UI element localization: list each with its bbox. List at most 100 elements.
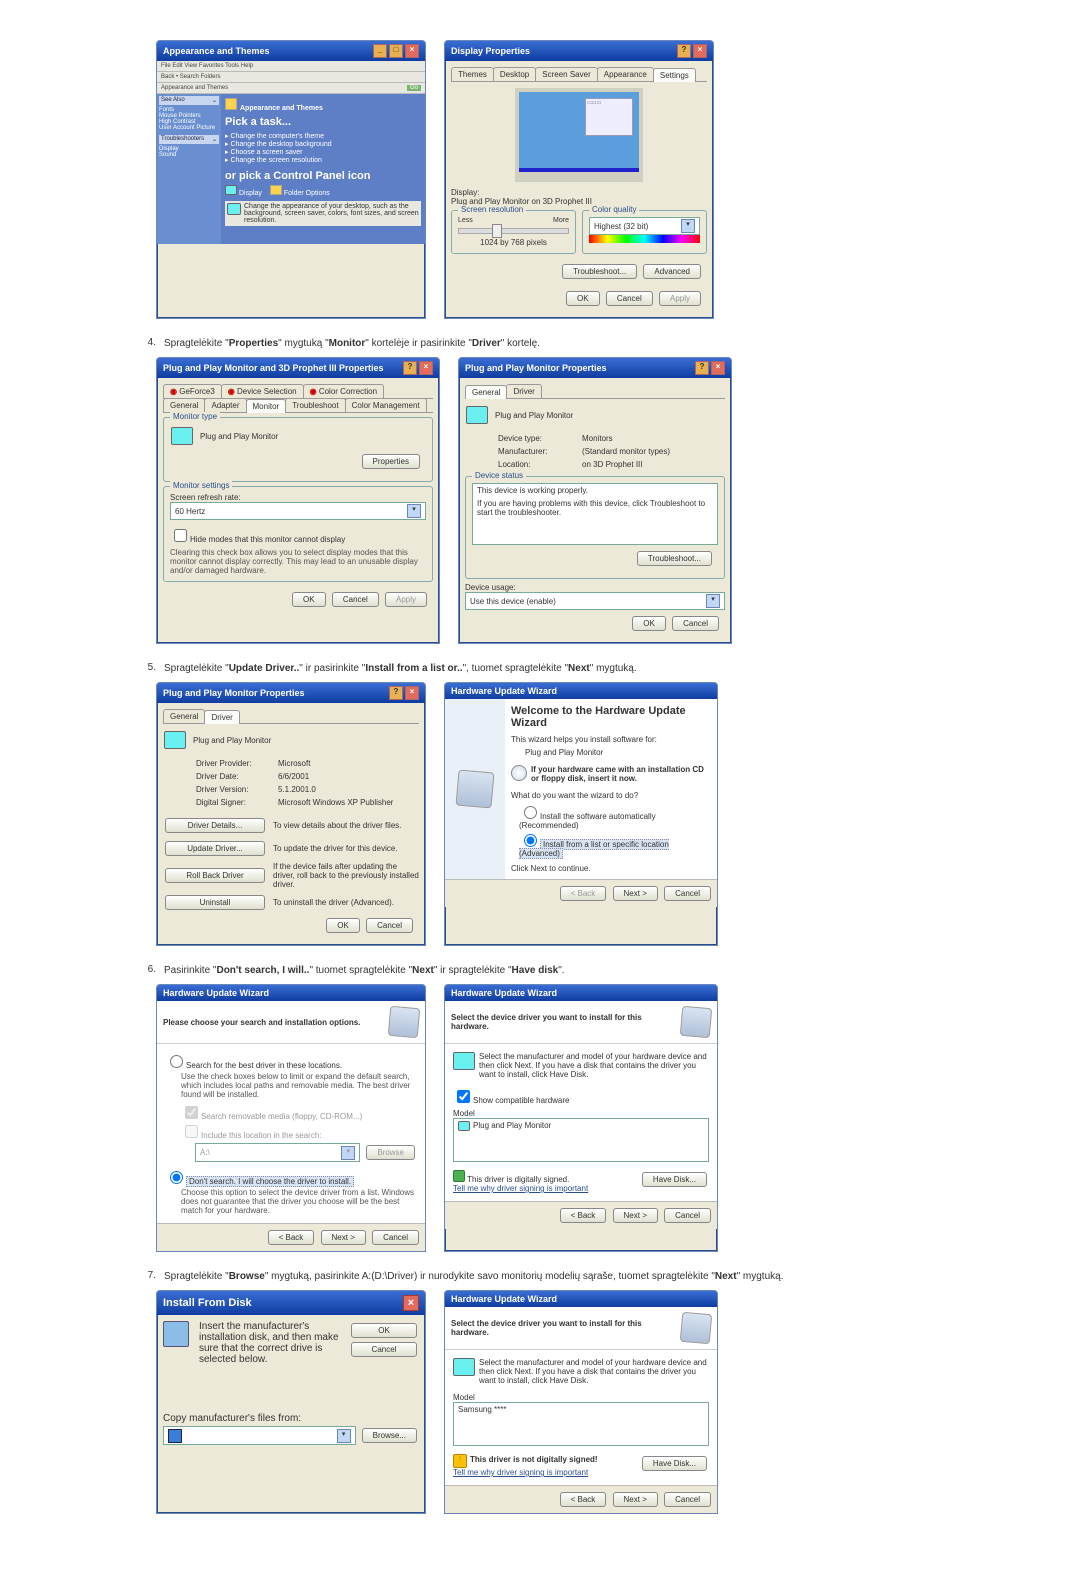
model-listbox[interactable]: Plug and Play Monitor	[453, 1118, 709, 1162]
next-button[interactable]: Next >	[613, 886, 658, 901]
tab-colormgmt[interactable]: Color Management	[345, 398, 427, 412]
category-icon	[225, 98, 237, 110]
tab-themes[interactable]: Themes	[451, 67, 494, 81]
next-button[interactable]: Next >	[613, 1492, 658, 1507]
close-icon[interactable]: ×	[405, 686, 419, 700]
cancel-button[interactable]: Cancel	[606, 291, 653, 306]
cancel-button[interactable]: Cancel	[366, 918, 413, 933]
hide-modes-checkbox[interactable]	[174, 529, 187, 542]
update-driver-button[interactable]: Update Driver...	[165, 841, 265, 856]
wizard-text: This wizard helps you install software f…	[511, 735, 711, 744]
cancel-button[interactable]: Cancel	[664, 886, 711, 901]
minimize-icon[interactable]: _	[373, 44, 387, 58]
chevron-icon[interactable]: ⌄	[212, 136, 217, 143]
step-7: 7. Spragtelėkite "Browse" mygtuką, pasir…	[130, 1270, 950, 1284]
tab-general[interactable]: General	[163, 398, 205, 412]
advanced-button[interactable]: Advanced	[643, 264, 701, 279]
close-icon[interactable]: ×	[405, 44, 419, 58]
close-icon[interactable]: ×	[711, 361, 725, 375]
cp-icon-display[interactable]: Display	[225, 185, 262, 197]
help-icon[interactable]: ?	[403, 361, 417, 375]
opt-auto-radio[interactable]	[524, 806, 537, 819]
chk-removable	[185, 1106, 198, 1119]
signing-link[interactable]: Tell me why driver signing is important	[453, 1184, 588, 1193]
ok-button[interactable]: OK	[326, 918, 360, 933]
uninstall-button[interactable]: Uninstall	[165, 895, 265, 910]
task-link[interactable]: ▸ Choose a screen saver	[225, 148, 421, 156]
rollback-driver-button[interactable]: Roll Back Driver	[165, 868, 265, 883]
color-quality-select[interactable]: Highest (32 bit) ▾	[589, 217, 700, 235]
tab-settings[interactable]: Settings	[653, 68, 696, 82]
chk-location	[185, 1125, 198, 1138]
tab-colorcorr[interactable]: ◉ Color Correction	[303, 384, 384, 398]
back-button[interactable]: < Back	[560, 1492, 607, 1507]
task-link[interactable]: ▸ Change the screen resolution	[225, 156, 421, 164]
chevron-icon[interactable]: ⌄	[212, 97, 217, 104]
sidebar-item[interactable]: User Account Picture	[159, 125, 219, 131]
cancel-button[interactable]: Cancel	[664, 1492, 711, 1507]
cancel-button[interactable]: Cancel	[372, 1230, 419, 1245]
sidebar-item[interactable]: Sound	[159, 152, 219, 158]
help-icon[interactable]: ?	[695, 361, 709, 375]
opt-dontsearch-radio[interactable]	[170, 1171, 183, 1184]
tab-desktop[interactable]: Desktop	[493, 67, 536, 81]
compat-checkbox[interactable]	[457, 1090, 470, 1103]
cancel-button[interactable]: Cancel	[664, 1208, 711, 1223]
back-button[interactable]: < Back	[268, 1230, 315, 1245]
wizard-heading: Select the device driver you want to ins…	[451, 1319, 681, 1337]
opt-search-radio[interactable]	[170, 1055, 183, 1068]
sidebar-header: Troubleshooters ⌄	[159, 135, 219, 144]
task-link[interactable]: ▸ Change the computer's theme	[225, 132, 421, 140]
opt-list-radio[interactable]	[524, 834, 537, 847]
cd-hint: If your hardware came with an installati…	[531, 765, 711, 783]
ok-button[interactable]: OK	[351, 1323, 417, 1338]
close-icon[interactable]: ×	[693, 44, 707, 58]
have-disk-button[interactable]: Have Disk...	[642, 1456, 707, 1471]
tab-gf3[interactable]: ◉ GeForce3	[163, 384, 222, 398]
refresh-rate-select[interactable]: 60 Hertz ▾	[170, 502, 426, 520]
tab-general[interactable]: General	[163, 709, 205, 723]
tab-devsel[interactable]: ◉ Device Selection	[221, 384, 304, 398]
troubleshoot-button[interactable]: Troubleshoot...	[637, 551, 712, 566]
monitor-icon	[453, 1052, 475, 1070]
help-icon[interactable]: ?	[389, 686, 403, 700]
driver-details-button[interactable]: Driver Details...	[165, 818, 265, 833]
tab-monitor[interactable]: Monitor	[246, 399, 287, 413]
tab-troubleshoot[interactable]: Troubleshoot	[285, 398, 345, 412]
cancel-button[interactable]: Cancel	[351, 1342, 417, 1357]
resolution-slider[interactable]	[458, 228, 569, 234]
ok-button[interactable]: OK	[292, 592, 326, 607]
menubar: File Edit View Favorites Tools Help	[157, 61, 425, 72]
troubleshoot-button[interactable]: Troubleshoot...	[562, 264, 637, 279]
go-button[interactable]: Go	[407, 85, 421, 91]
next-button[interactable]: Next >	[321, 1230, 366, 1245]
close-icon[interactable]: ×	[403, 1295, 419, 1311]
tab-adapter[interactable]: Adapter	[204, 398, 246, 412]
have-disk-button[interactable]: Have Disk...	[642, 1172, 707, 1187]
properties-button[interactable]: Properties	[362, 454, 420, 469]
back-button[interactable]: < Back	[560, 1208, 607, 1223]
browse-button[interactable]: Browse...	[362, 1428, 417, 1443]
tab-screensaver[interactable]: Screen Saver	[535, 67, 597, 81]
wizard-heading: Please choose your search and installati…	[163, 1018, 360, 1027]
tab-driver[interactable]: Driver	[204, 710, 239, 724]
tab-driver[interactable]: Driver	[506, 384, 541, 398]
cancel-button[interactable]: Cancel	[332, 592, 379, 607]
task-link[interactable]: ▸ Change the desktop background	[225, 140, 421, 148]
path-select[interactable]: ▾	[163, 1426, 356, 1445]
close-icon[interactable]: ×	[419, 361, 433, 375]
cancel-button[interactable]: Cancel	[672, 616, 719, 631]
tab-general[interactable]: General	[465, 385, 507, 399]
device-usage-select[interactable]: Use this device (enable) ▾	[465, 592, 725, 610]
step-5: 5. Spragtelėkite "Update Driver.." ir pa…	[130, 662, 950, 676]
next-button[interactable]: Next >	[613, 1208, 658, 1223]
cp-icon-folder[interactable]: Folder Options	[270, 185, 330, 197]
ok-button[interactable]: OK	[632, 616, 666, 631]
signing-link[interactable]: Tell me why driver signing is important	[453, 1468, 598, 1477]
rollback-driver-text: If the device fails after updating the d…	[273, 862, 419, 889]
model-listbox[interactable]: Samsung ****	[453, 1402, 709, 1446]
maximize-icon[interactable]: □	[389, 44, 403, 58]
help-icon[interactable]: ?	[677, 44, 691, 58]
tab-appearance[interactable]: Appearance	[597, 67, 654, 81]
ok-button[interactable]: OK	[566, 291, 600, 306]
